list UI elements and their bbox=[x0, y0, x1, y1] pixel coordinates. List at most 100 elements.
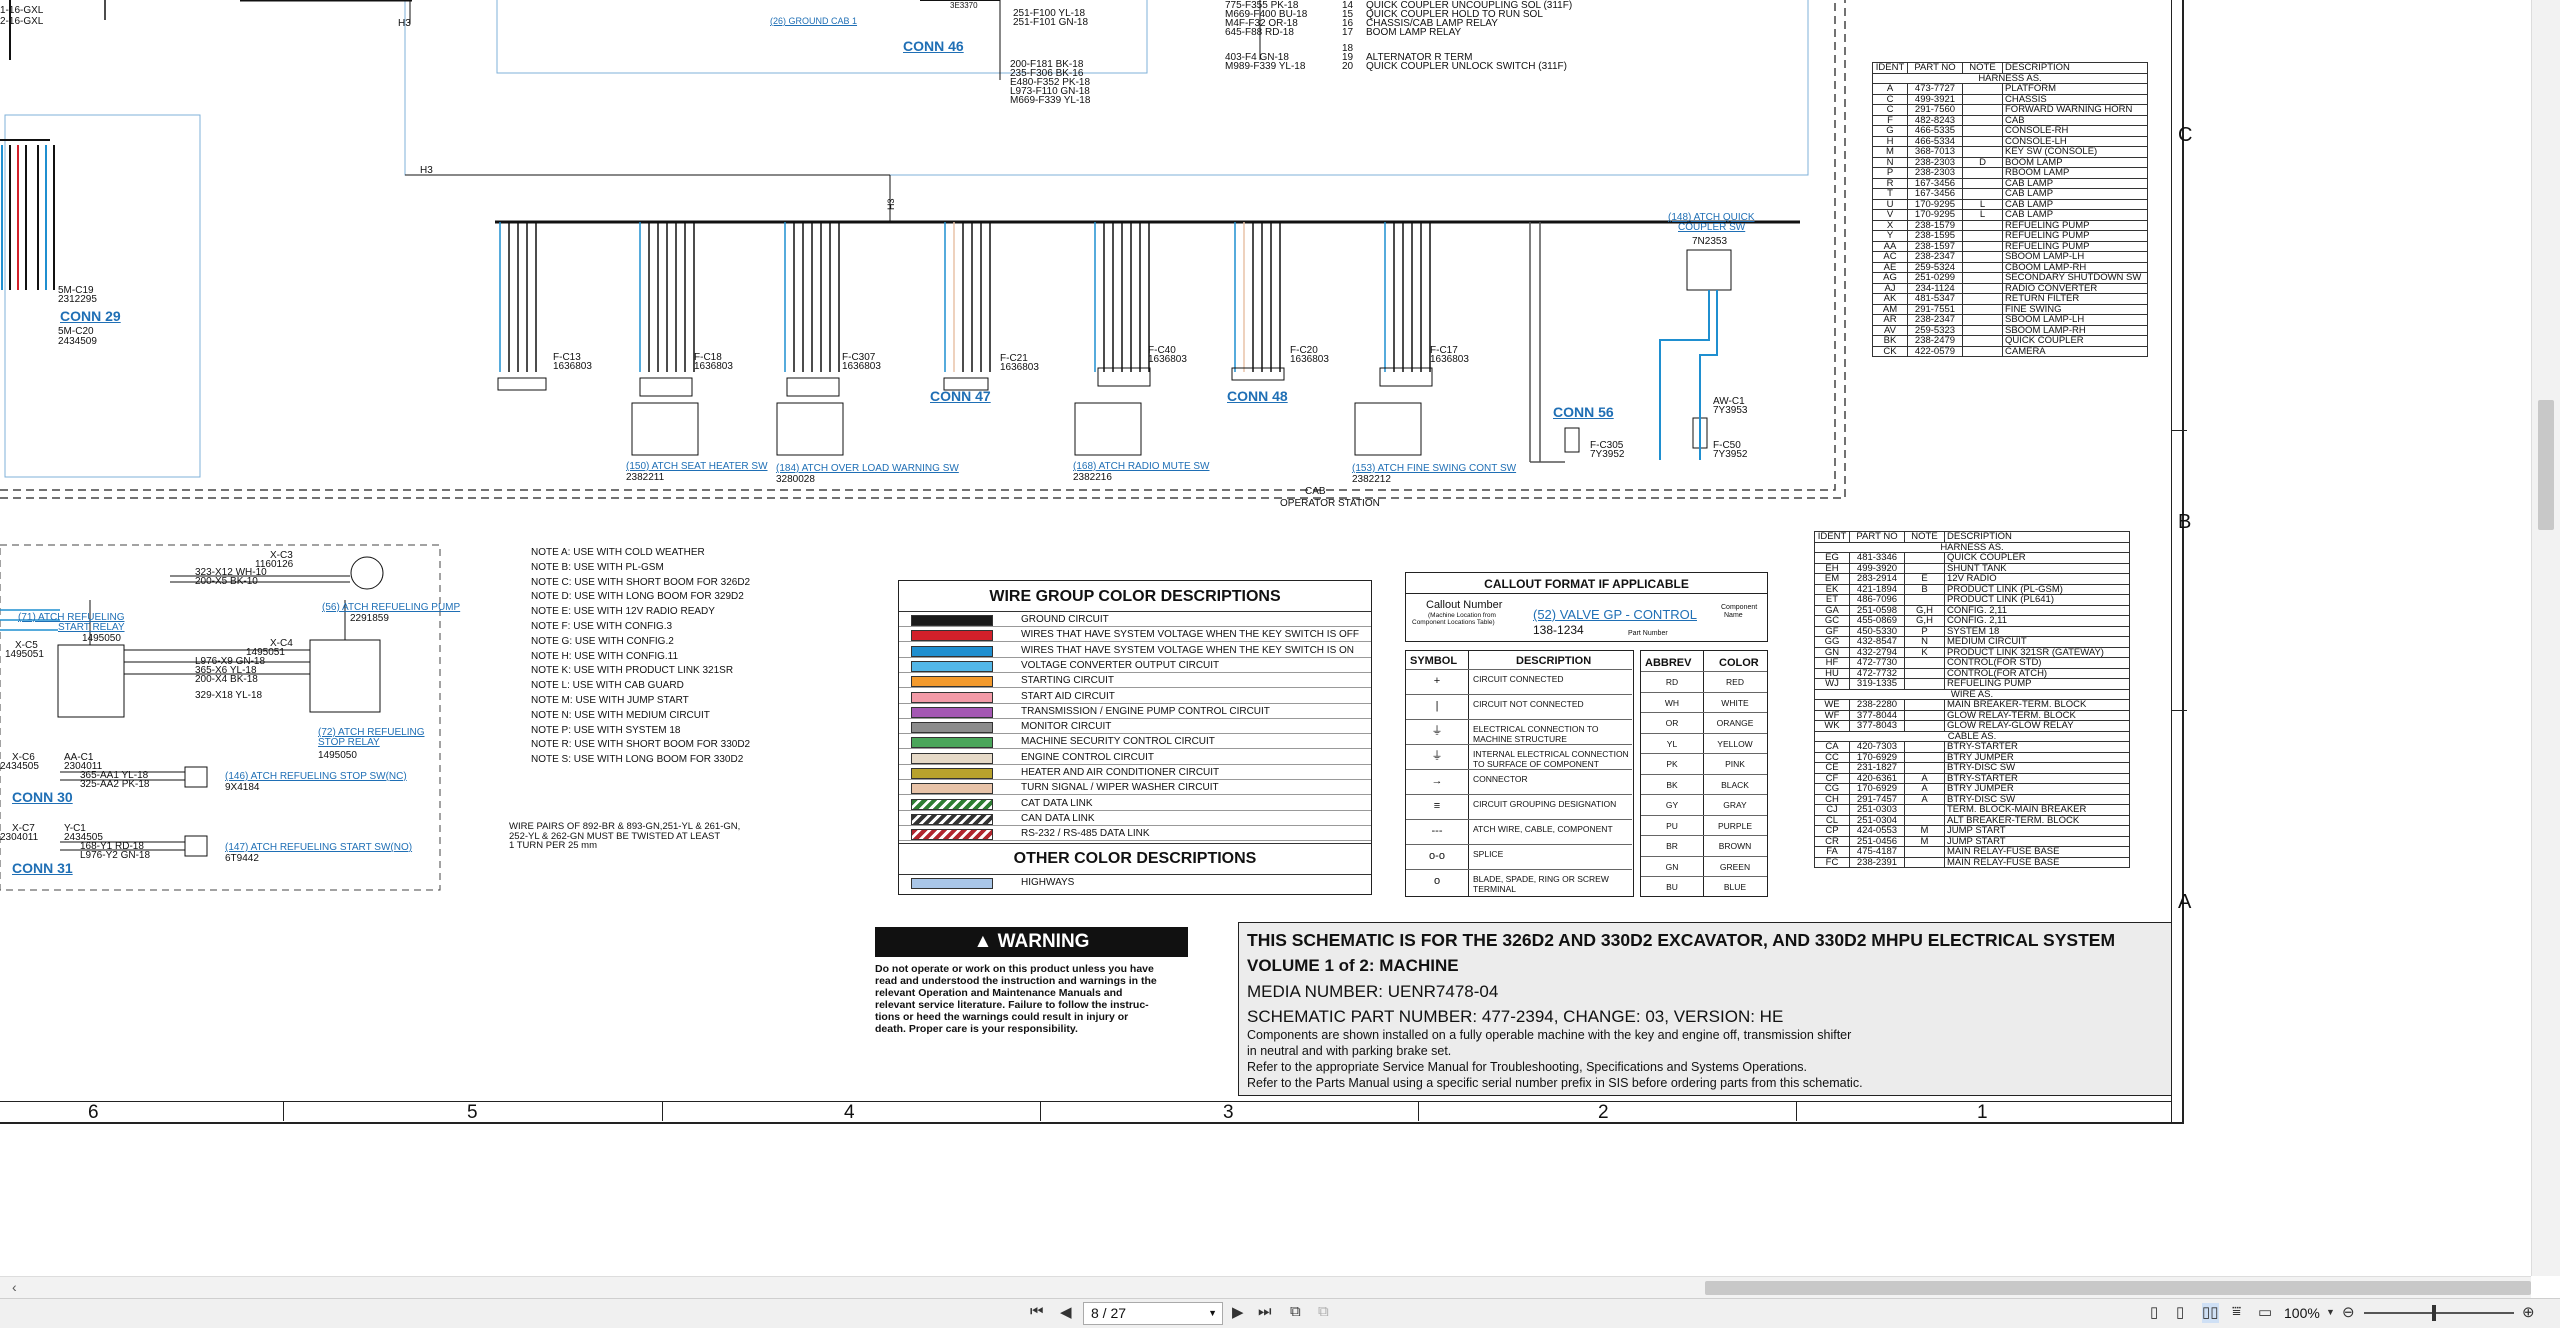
vertical-scrollbar[interactable] bbox=[2531, 0, 2560, 1276]
color-abbrev: OR bbox=[1665, 718, 1679, 728]
parts-table-header: PART NO bbox=[1907, 62, 1963, 74]
spread-view-icon[interactable]: ⩸ bbox=[2232, 1303, 2241, 1323]
last-page-button[interactable]: ⏭ bbox=[1258, 1303, 1272, 1323]
warning-text: Do not operate or work on this product u… bbox=[875, 963, 1188, 1035]
vertical-scroll-thumb[interactable] bbox=[2538, 400, 2554, 530]
wire-group-row: RS-232 / RS-485 DATA LINK bbox=[899, 826, 1371, 842]
parts-table-cell bbox=[1962, 135, 2003, 147]
conn48-link[interactable]: CONN 48 bbox=[1227, 389, 1288, 403]
wire-color-swatch bbox=[911, 615, 993, 626]
callout-example-link[interactable]: (52) VALVE GP - CONTROL bbox=[1533, 608, 1697, 622]
parts-table-cell: MEDIUM CIRCUIT bbox=[1944, 636, 2130, 648]
parts-table-cell: 251-0304 bbox=[1849, 814, 1905, 826]
document-viewer[interactable]: C B A 6 5 4 3 2 1 1-16-GXL 2-16-GXL H3 H… bbox=[0, 0, 2531, 1276]
warning-line-2: read and understood the instruction and … bbox=[875, 975, 1157, 987]
parts-table-row: CJ 251-0303 TERM. BLOCK-MAIN BREAKER bbox=[1814, 804, 2130, 816]
symbol-glyph: | bbox=[1435, 700, 1439, 712]
parts-table-cell bbox=[1904, 751, 1945, 763]
operator-station-label: OPERATOR STATION bbox=[1280, 498, 1380, 509]
scroll-left-arrow-icon[interactable]: ‹ bbox=[12, 1279, 17, 1295]
wire-group-row: TRANSMISSION / ENGINE PUMP CONTROL CIRCU… bbox=[899, 704, 1371, 719]
conn46-link[interactable]: CONN 46 bbox=[903, 39, 964, 53]
parts-table-cell: SYSTEM 18 bbox=[1944, 625, 2130, 637]
conn56-link[interactable]: CONN 56 bbox=[1553, 405, 1614, 419]
continuous-view-icon[interactable]: ▯ bbox=[2176, 1303, 2184, 1323]
section-label-a: A bbox=[2178, 891, 2192, 913]
parts-table-cell: 238-2280 bbox=[1849, 699, 1905, 711]
parts-table-cell: BTRY-STARTER bbox=[1944, 772, 2130, 784]
two-page-view-icon[interactable]: ▯▯ bbox=[2202, 1303, 2219, 1323]
sw1-fcp: 1636803 bbox=[694, 361, 733, 372]
conn30-link[interactable]: CONN 30 bbox=[12, 790, 73, 804]
conn47-link[interactable]: CONN 47 bbox=[930, 389, 991, 403]
sw2-link[interactable]: (184) ATCH OVER LOAD WARNING SW bbox=[776, 463, 959, 474]
horizontal-scroll-thumb[interactable] bbox=[1705, 1281, 2531, 1295]
zoom-slider-handle[interactable] bbox=[2432, 1305, 2436, 1321]
color-abbrev-row: GY GRAY bbox=[1641, 794, 1767, 816]
parts-table-cell bbox=[1904, 667, 1945, 679]
color-name: BROWN bbox=[1718, 841, 1752, 851]
conn31-link[interactable]: CONN 31 bbox=[12, 861, 73, 875]
parts-table-cell: CE bbox=[1814, 762, 1850, 774]
page-number-value: 8 / 27 bbox=[1091, 1305, 1127, 1321]
parts-table-cell: 377-8043 bbox=[1849, 720, 1905, 732]
symbol-glyph: o bbox=[1433, 875, 1441, 887]
color-name: PURPLE bbox=[1717, 820, 1752, 831]
first-page-button[interactable]: ⏮ bbox=[1030, 1303, 1044, 1323]
parts-table-cell: SHUNT TANK bbox=[1944, 562, 2130, 574]
horizontal-scrollbar[interactable]: ‹ bbox=[0, 1276, 2531, 1299]
title-line-8: Refer to the Parts Manual using a specif… bbox=[1247, 1076, 1863, 1090]
zoom-in-icon[interactable]: ⊕ bbox=[2522, 1303, 2535, 1323]
parts-table-cell: 238-2479 bbox=[1907, 335, 1963, 347]
parts-table-row: R 167-3456 CAB LAMP bbox=[1872, 177, 2148, 189]
parts-table-cell: AM bbox=[1872, 303, 1908, 315]
refuel-start-sw-link[interactable]: (147) ATCH REFUELING START SW(NO) bbox=[225, 842, 412, 853]
parts-table-cell: A bbox=[1904, 793, 1945, 805]
note-h: NOTE H: USE WITH CONFIG.11 bbox=[531, 650, 679, 662]
wire-200x4: 200-X4 BK-18 bbox=[195, 674, 258, 685]
parts-table-cell: T bbox=[1872, 188, 1908, 200]
prev-page-button[interactable]: ◀ bbox=[1060, 1303, 1072, 1323]
parts-table-cell: 238-2347 bbox=[1907, 251, 1963, 263]
parts-table-header: DESCRIPTION bbox=[1944, 531, 2130, 543]
sw3-link[interactable]: (168) ATCH RADIO MUTE SW bbox=[1073, 461, 1210, 472]
zoom-out-icon[interactable]: ⊖ bbox=[2342, 1303, 2355, 1323]
parts-table-section-title: WIRE AS. bbox=[1814, 688, 2130, 700]
next-page-button[interactable]: ▶ bbox=[1232, 1303, 1244, 1323]
start-relay-link-2[interactable]: START RELAY bbox=[58, 622, 125, 633]
stop-relay-link-2[interactable]: STOP RELAY bbox=[318, 737, 380, 748]
parts-table-cell: BTRY JUMPER bbox=[1944, 783, 2130, 795]
conn29-link[interactable]: CONN 29 bbox=[60, 309, 121, 323]
parts-table-cell bbox=[1904, 562, 1945, 574]
single-page-view-icon[interactable]: ▯ bbox=[2150, 1303, 2158, 1323]
zoom-slider[interactable] bbox=[2364, 1305, 2514, 1321]
color-name: BLUE bbox=[1723, 882, 1747, 892]
qc-link-2[interactable]: COUPLER SW bbox=[1678, 222, 1745, 233]
fit-width-icon[interactable]: ▭ bbox=[2258, 1303, 2272, 1323]
page-selector[interactable]: 8 / 27 ▼ bbox=[1083, 1302, 1223, 1325]
warning-line-3: relevant Operation and Maintenance Manua… bbox=[875, 987, 1123, 999]
copy-icon[interactable]: ⧉ bbox=[1290, 1303, 1301, 1323]
refuel-pump-link[interactable]: (56) ATCH REFUELING PUMP bbox=[322, 602, 460, 613]
qc-part: 7N2353 bbox=[1692, 236, 1728, 247]
h3-label-b: H3 bbox=[420, 165, 433, 176]
color-abbrev: GN bbox=[1665, 861, 1679, 872]
sw1-link[interactable]: (150) ATCH SEAT HEATER SW bbox=[626, 461, 768, 472]
refuel-stop-sw-link[interactable]: (146) ATCH REFUELING STOP SW(NC) bbox=[225, 771, 407, 782]
parts-table-cell: 466-5335 bbox=[1907, 125, 1963, 137]
parts-table-cell bbox=[1962, 293, 2003, 305]
parts-table-cell: 420-6361 bbox=[1849, 772, 1905, 784]
symbol-row: o BLADE, SPADE, RING OR SCREW TERMINAL bbox=[1406, 869, 1632, 895]
zoom-menu-chevron-icon[interactable]: ▼ bbox=[2326, 1307, 2335, 1327]
column-5: 5 bbox=[467, 1102, 478, 1123]
color-abbrev-row: PU PURPLE bbox=[1641, 814, 1767, 837]
sw4-link[interactable]: (153) ATCH FINE SWING CONT SW bbox=[1352, 463, 1516, 474]
parts-table-cell: 251-0303 bbox=[1849, 804, 1905, 816]
parts-table-cell: BTRY-DISC SW bbox=[1944, 793, 2130, 805]
ground-cab-link[interactable]: (26) GROUND CAB 1 bbox=[770, 16, 857, 27]
callout-title: CALLOUT FORMAT IF APPLICABLE bbox=[1484, 577, 1689, 591]
parts-table-cell: GC bbox=[1814, 615, 1850, 627]
parts-table-row: F 482-8243 CAB bbox=[1872, 114, 2148, 126]
paste-icon[interactable]: ⧉ bbox=[1318, 1303, 1329, 1323]
parts-table-cell bbox=[1962, 303, 2003, 315]
